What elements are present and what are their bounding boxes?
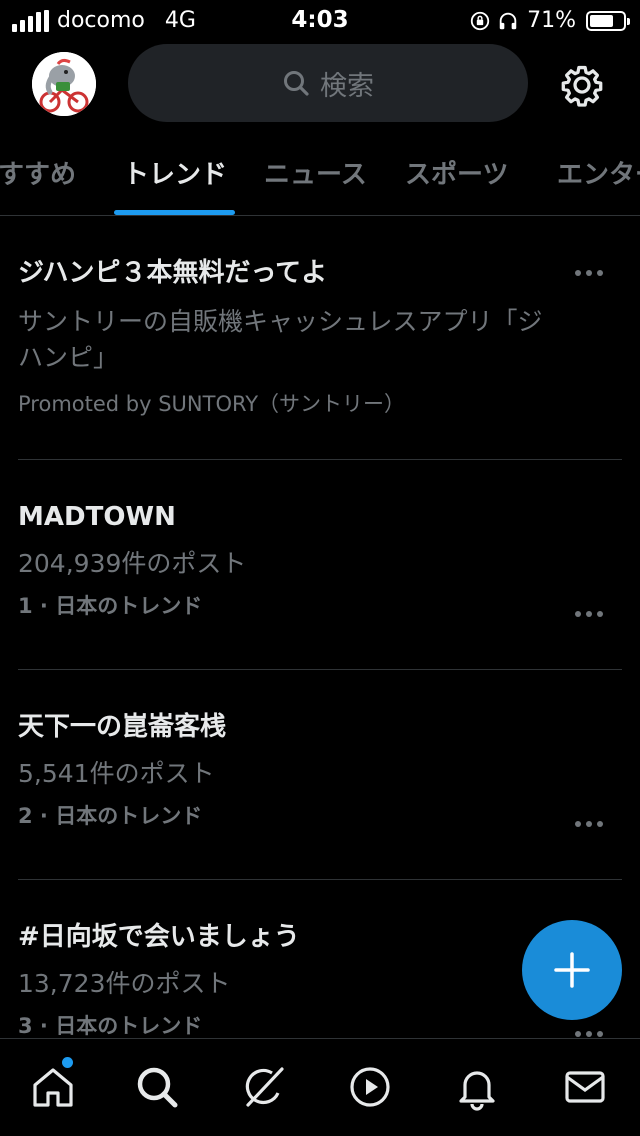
divider	[18, 669, 622, 670]
trend-title: MADTOWN	[18, 502, 176, 532]
search-icon[interactable]	[133, 1063, 181, 1111]
trend-rank: 3 · 日本のトレンド	[18, 1014, 203, 1038]
home-notification-dot	[62, 1057, 73, 1068]
trend-rank: 2 · 日本のトレンド	[18, 804, 203, 828]
more-icon[interactable]	[575, 819, 605, 829]
search-placeholder: 検索	[320, 70, 374, 102]
search-input[interactable]: 検索	[128, 44, 528, 122]
battery-percent: 71%	[527, 8, 576, 33]
status-bar: docomo 4G 4:03 71%	[0, 0, 640, 44]
tab-news[interactable]: ニュース	[264, 154, 367, 191]
trend-title: 天下一の崑崙客桟	[18, 712, 227, 742]
trend-item[interactable]: MADTOWN 204,939件のポスト 1 · 日本のトレンド	[18, 500, 622, 620]
explore-tabs: おすすめ トレンド ニュース スポーツ エンター	[0, 124, 640, 216]
bottom-nav	[0, 1038, 640, 1136]
avatar[interactable]	[32, 52, 96, 116]
battery-icon	[586, 10, 630, 31]
tab-entertainment[interactable]: エンター	[557, 154, 640, 191]
trend-description-line1: サントリーの自販機キャッシュレスアプリ「ジ	[18, 307, 543, 336]
trend-title: ジハンピ３本無料だってよ	[18, 258, 328, 288]
avatar-elephant-image	[32, 52, 96, 116]
trend-post-count: 204,939件のポスト	[18, 549, 247, 578]
trend-description-line2: ハンピ」	[18, 343, 119, 372]
divider	[18, 879, 622, 880]
orientation-lock-icon	[470, 11, 490, 30]
notifications-icon[interactable]	[453, 1063, 501, 1111]
video-icon[interactable]	[346, 1063, 394, 1111]
more-icon[interactable]	[575, 268, 605, 278]
trend-item[interactable]: 天下一の崑崙客桟 5,541件のポスト 2 · 日本のトレンド	[18, 710, 622, 830]
top-bar: 検索	[0, 44, 640, 124]
trend-item-promoted[interactable]: ジハンピ３本無料だってよ サントリーの自販機キャッシュレスアプリ「ジ ハンピ」 …	[18, 256, 622, 418]
active-tab-indicator	[114, 210, 235, 215]
trends-screen: docomo 4G 4:03 71% 検索 すすめ トレンド ニュース スポーツ…	[0, 0, 640, 1136]
search-icon	[284, 71, 309, 96]
tab-sports[interactable]: スポーツ	[405, 154, 508, 191]
headphones-icon	[499, 12, 517, 29]
divider	[18, 459, 622, 460]
tab-for-you[interactable]: おすすめ	[0, 154, 76, 191]
gear-icon[interactable]	[560, 63, 604, 107]
promoted-label: Promoted by SUNTORY（サントリー）	[18, 392, 406, 416]
compose-button[interactable]	[522, 920, 622, 1020]
messages-icon[interactable]	[561, 1063, 609, 1111]
trend-rank: 1 · 日本のトレンド	[18, 594, 203, 618]
grok-icon[interactable]	[240, 1063, 288, 1111]
tab-trending[interactable]: トレンド	[123, 154, 227, 191]
trend-post-count: 5,541件のポスト	[18, 759, 215, 788]
home-icon[interactable]	[29, 1063, 77, 1111]
more-icon[interactable]	[575, 609, 605, 619]
status-right: 71%	[469, 8, 630, 33]
plus-icon	[554, 952, 590, 988]
